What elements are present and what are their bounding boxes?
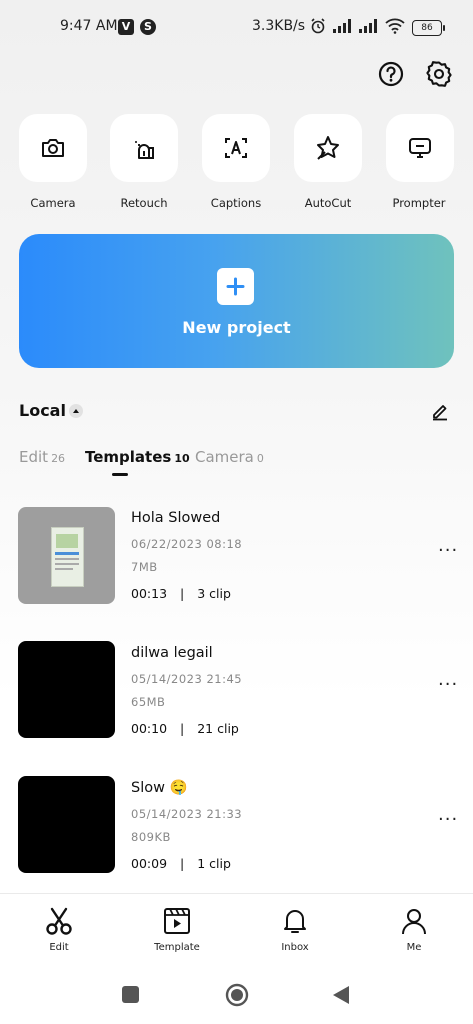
home-circle-icon[interactable] [225,983,249,1007]
nav-inbox[interactable]: Inbox [236,894,354,965]
nav-template-label: Template [154,942,200,953]
tab-templates-count: 10 [174,452,190,465]
tab-camera-count: 0 [256,452,264,465]
item-duration: 00:13 [131,586,168,601]
question-circle-icon[interactable] [378,61,404,87]
item-duration: 00:09 [131,856,168,871]
local-section-title: Local [19,401,66,420]
item-clips: 1 clip [197,856,231,871]
item-meta: 00:10 | 21 clip [131,721,239,736]
item-title: dilwa legail [131,645,213,661]
tab-camera[interactable]: Camera 0 [195,448,264,466]
tab-edit-count: 26 [51,452,66,465]
system-nav-bar [0,964,473,1024]
bottom-nav: Edit Template Inbox Me [0,893,473,965]
captions-tool-label: Captions [210,196,262,210]
back-triangle-icon[interactable] [332,985,350,1005]
captions-tool-button[interactable] [202,114,270,182]
nav-inbox-label: Inbox [281,942,309,953]
retouch-icon [135,141,154,159]
nav-edit[interactable]: Edit [0,894,118,965]
item-title: Slow 🤤 [131,780,188,796]
item-thumbnail[interactable] [18,641,115,738]
retouch-tool-button[interactable] [110,114,178,182]
plus-icon [217,268,254,305]
autocut-tool-label: AutoCut [304,196,352,210]
new-project-button[interactable]: New project [19,234,454,368]
square-icon[interactable] [122,986,139,1003]
item-date: 05/14/2023 21:45 [131,672,243,686]
app-notification-icon: V [118,19,134,35]
item-size: 7MB [131,560,158,574]
item-thumbnail[interactable] [18,776,115,873]
item-clips: 21 clip [197,721,239,736]
network-speed: 3.3KB/s [252,18,306,34]
item-meta: 00:09 | 1 clip [131,856,231,871]
item-thumbnail[interactable] [18,507,115,604]
nav-template[interactable]: Template [118,894,236,965]
status-bar: 9:47 AM V S 3.3KB/s 86 [0,16,473,40]
retouch-tool-label: Retouch [120,196,168,210]
nav-edit-label: Edit [49,942,69,953]
battery-indicator: 86 [412,20,445,36]
prompter-icon [409,138,431,158]
more-options-icon[interactable]: ··· [438,809,458,830]
signal-icon [333,19,351,33]
nav-me[interactable]: Me [355,894,473,965]
status-time: 9:47 AM [60,18,118,34]
more-options-icon[interactable]: ··· [438,540,458,561]
collapse-toggle-icon[interactable] [68,403,84,419]
tab-camera-label: Camera [195,448,254,466]
thumbnail-preview [51,527,84,587]
tab-edit[interactable]: Edit 26 [19,448,65,466]
alarm-icon [311,18,325,34]
camera-tool-button[interactable] [19,114,87,182]
item-separator: | [180,856,185,871]
new-project-label: New project [182,318,291,337]
prompter-tool-button[interactable] [386,114,454,182]
scissors-icon [46,907,72,935]
item-separator: | [180,721,185,736]
item-meta: 00:13 | 3 clip [131,586,231,601]
item-title: Hola Slowed [131,510,221,526]
wifi-icon [385,18,405,34]
captions-icon [225,138,247,158]
prompter-tool-label: Prompter [392,196,446,210]
edit-pencil-icon[interactable] [430,401,450,421]
bell-icon [284,910,306,933]
item-date: 05/14/2023 21:33 [131,807,243,821]
more-options-icon[interactable]: ··· [438,674,458,695]
active-tab-indicator [112,473,128,476]
app-notification-icon-2: S [140,19,156,35]
tab-templates[interactable]: Templates 10 [85,448,190,466]
gear-icon[interactable] [425,60,453,88]
signal-icon-2 [359,19,377,33]
item-separator: | [180,586,185,601]
item-size: 65MB [131,695,166,709]
item-date: 06/22/2023 08:18 [131,537,243,551]
item-clips: 3 clip [197,586,231,601]
autocut-tool-button[interactable] [294,114,362,182]
person-icon [402,909,426,935]
camera-tool-label: Camera [30,196,76,210]
template-icon [164,908,190,934]
autocut-icon [317,136,339,160]
tab-edit-label: Edit [19,448,49,466]
item-duration: 00:10 [131,721,168,736]
nav-me-label: Me [406,942,422,953]
tab-templates-label: Templates [85,448,172,466]
camera-icon [42,139,64,157]
item-size: 809KB [131,830,171,844]
